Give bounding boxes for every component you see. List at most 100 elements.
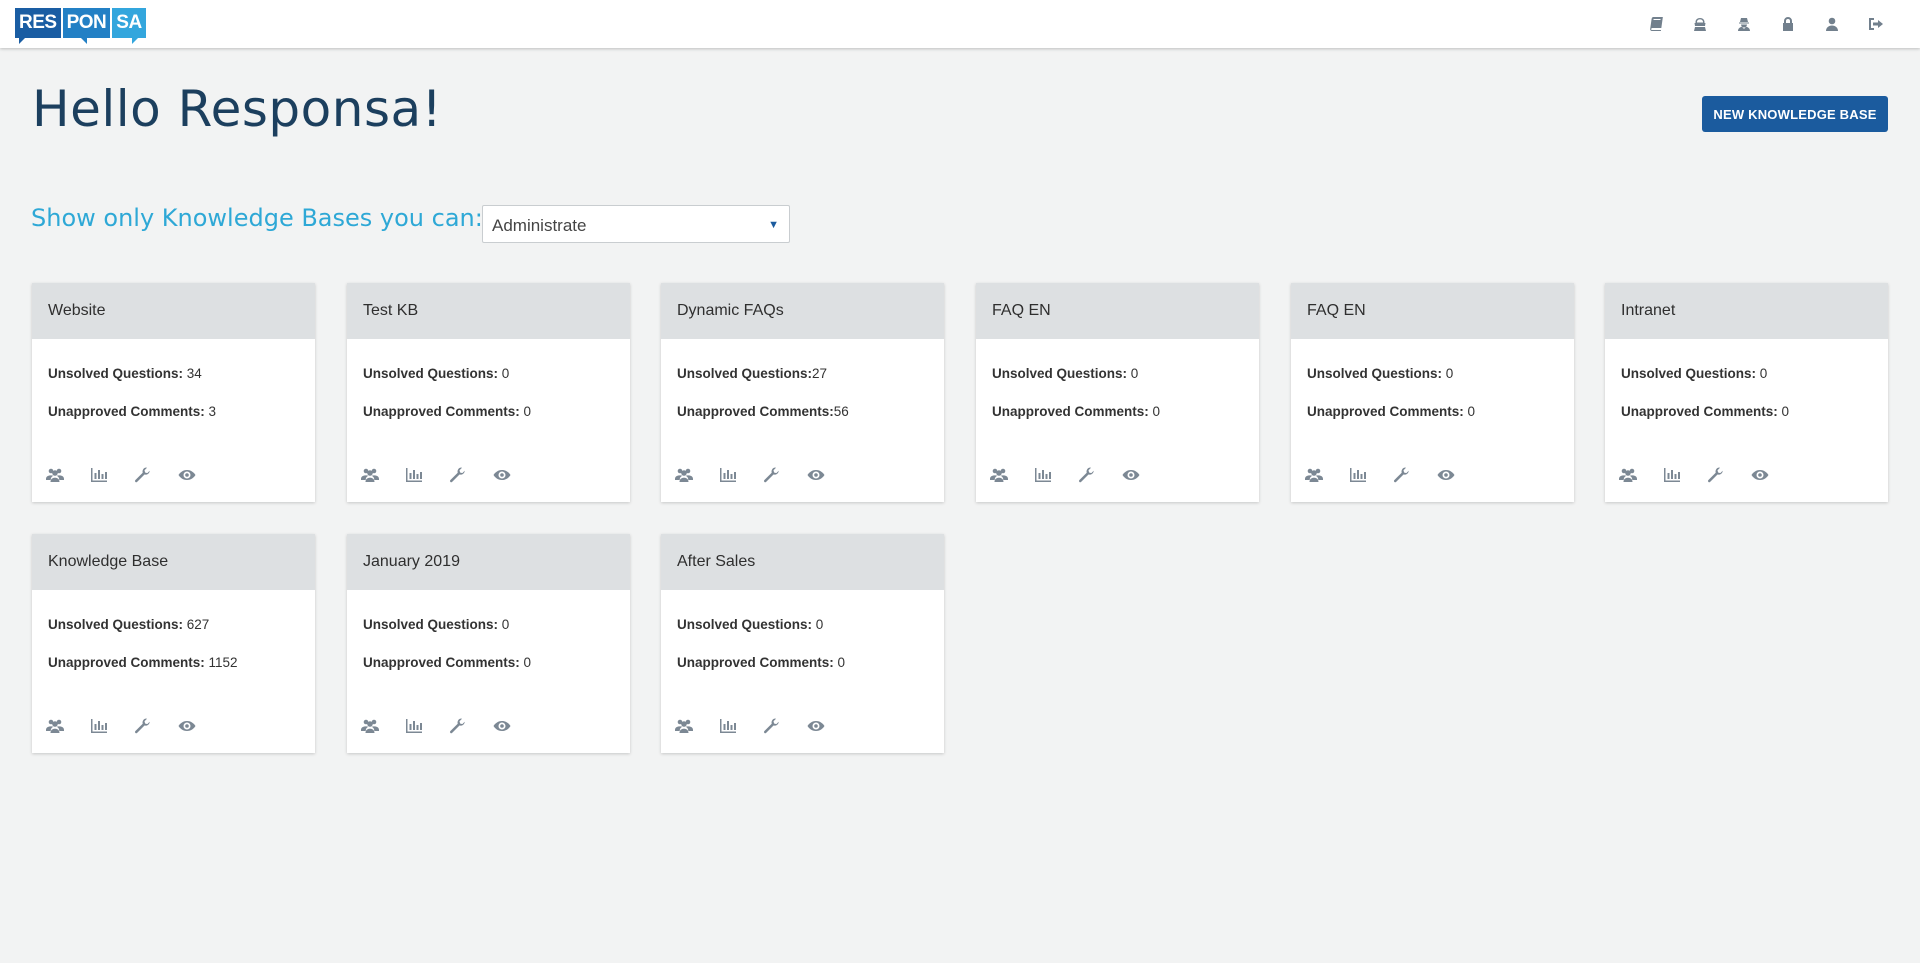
unapproved-comments-label: Unapproved Comments: (363, 404, 520, 419)
unsolved-questions-value: 0 (1127, 366, 1139, 381)
lock-icon[interactable] (1766, 13, 1810, 35)
unsolved-questions-value: 34 (183, 366, 202, 381)
card-title[interactable]: Dynamic FAQs (661, 283, 944, 339)
unsolved-questions-stat: Unsolved Questions: 0 (677, 617, 823, 632)
wrench-icon[interactable] (763, 717, 807, 735)
chart-icon[interactable] (90, 717, 134, 735)
unsolved-questions-label: Unsolved Questions: (1621, 366, 1757, 381)
chart-icon[interactable] (719, 717, 763, 735)
logo-part-sa: SA (112, 8, 146, 44)
wrench-icon[interactable] (449, 717, 493, 735)
unsolved-questions-stat: Unsolved Questions: 627 (48, 617, 209, 632)
unsolved-questions-stat: Unsolved Questions: 0 (992, 366, 1138, 381)
users-icon[interactable] (675, 466, 719, 484)
filter-label: Show only Knowledge Bases you can: (31, 204, 483, 232)
users-icon[interactable] (1619, 466, 1663, 484)
card-title[interactable]: Website (32, 283, 315, 339)
eye-icon[interactable] (178, 717, 222, 735)
unsolved-questions-label: Unsolved Questions: (48, 366, 184, 381)
card-actions (361, 717, 537, 735)
wrench-icon[interactable] (1707, 466, 1751, 484)
unapproved-comments-stat: Unapproved Comments: 0 (1307, 404, 1475, 419)
wrench-icon[interactable] (134, 717, 178, 735)
users-icon[interactable] (46, 466, 90, 484)
users-icon[interactable] (675, 717, 719, 735)
unsolved-questions-label: Unsolved Questions: (363, 366, 499, 381)
wrench-icon[interactable] (1393, 466, 1437, 484)
knowledge-base-card: Intranet Unsolved Questions: 0 Unapproved … (1605, 283, 1888, 502)
card-title[interactable]: FAQ EN (976, 283, 1259, 339)
eye-icon[interactable] (1437, 466, 1481, 484)
eye-icon[interactable] (1751, 466, 1795, 484)
unapproved-comments-label: Unapproved Comments: (363, 655, 520, 670)
user-secret-icon[interactable] (1722, 13, 1766, 35)
eye-icon[interactable] (1122, 466, 1166, 484)
unapproved-comments-label: Unapproved Comments: (48, 404, 205, 419)
top-navbar: RES PON SA (0, 0, 1920, 48)
unsolved-questions-value: 0 (812, 617, 824, 632)
card-title[interactable]: FAQ EN (1291, 283, 1574, 339)
wrench-icon[interactable] (134, 466, 178, 484)
eye-icon[interactable] (807, 466, 851, 484)
unapproved-comments-value: 3 (204, 404, 217, 419)
card-actions (1305, 466, 1481, 484)
card-title[interactable]: Knowledge Base (32, 534, 315, 590)
unapproved-comments-stat: Unapproved Comments: 0 (677, 655, 845, 670)
chart-icon[interactable] (90, 466, 134, 484)
users-icon[interactable] (990, 466, 1034, 484)
unapproved-comments-stat: Unapproved Comments:56 (677, 404, 849, 419)
wrench-icon[interactable] (449, 466, 493, 484)
chart-icon[interactable] (719, 466, 763, 484)
chevron-down-icon: ▼ (768, 219, 779, 231)
unapproved-comments-stat: Unapproved Comments: 0 (992, 404, 1160, 419)
permission-filter-select[interactable]: Administrate ▼ (482, 205, 790, 243)
card-title[interactable]: January 2019 (347, 534, 630, 590)
unapproved-comments-value: 56 (833, 404, 849, 419)
card-actions (46, 717, 222, 735)
knowledge-base-card: Test KB Unsolved Questions: 0 Unapproved C… (347, 283, 630, 502)
eye-icon[interactable] (493, 717, 537, 735)
unsolved-questions-stat: Unsolved Questions:27 (677, 366, 827, 381)
unsolved-questions-label: Unsolved Questions: (1307, 366, 1443, 381)
unsolved-questions-value: 0 (498, 366, 510, 381)
unapproved-comments-stat: Unapproved Comments: 0 (363, 655, 531, 670)
unsolved-questions-value: 627 (183, 617, 210, 632)
chart-icon[interactable] (1349, 466, 1393, 484)
book-icon[interactable] (1634, 13, 1678, 35)
unsolved-questions-label: Unsolved Questions: (677, 617, 813, 632)
permission-filter-value: Administrate (492, 216, 587, 235)
unsolved-questions-value: 0 (498, 617, 510, 632)
wrench-icon[interactable] (763, 466, 807, 484)
chart-icon[interactable] (1034, 466, 1078, 484)
chart-icon[interactable] (405, 717, 449, 735)
users-icon[interactable] (1678, 13, 1722, 35)
unapproved-comments-stat: Unapproved Comments: 0 (363, 404, 531, 419)
users-icon[interactable] (361, 717, 405, 735)
chart-icon[interactable] (1663, 466, 1707, 484)
new-knowledge-base-button[interactable]: NEW KNOWLEDGE BASE (1702, 96, 1888, 132)
knowledge-base-card: Dynamic FAQs Unsolved Questions:27 Unappro… (661, 283, 944, 502)
users-icon[interactable] (361, 466, 405, 484)
sign-out-icon[interactable] (1854, 13, 1898, 35)
wrench-icon[interactable] (1078, 466, 1122, 484)
users-icon[interactable] (46, 717, 90, 735)
unapproved-comments-value: 0 (519, 655, 532, 670)
eye-icon[interactable] (807, 717, 851, 735)
eye-icon[interactable] (493, 466, 537, 484)
knowledge-base-card: January 2019 Unsolved Questions: 0 Unappro… (347, 534, 630, 753)
unapproved-comments-value: 0 (1463, 404, 1476, 419)
chart-icon[interactable] (405, 466, 449, 484)
card-title[interactable]: Intranet (1605, 283, 1888, 339)
card-title[interactable]: After Sales (661, 534, 944, 590)
user-icon[interactable] (1810, 13, 1854, 35)
eye-icon[interactable] (178, 466, 222, 484)
knowledge-base-card: Knowledge Base Unsolved Questions: 627 Una… (32, 534, 315, 753)
responsa-logo[interactable]: RES PON SA (15, 8, 146, 44)
unsolved-questions-stat: Unsolved Questions: 0 (1621, 366, 1767, 381)
unapproved-comments-label: Unapproved Comments: (48, 655, 205, 670)
users-icon[interactable] (1305, 466, 1349, 484)
card-title[interactable]: Test KB (347, 283, 630, 339)
unapproved-comments-value: 0 (1777, 404, 1790, 419)
unapproved-comments-value: 1152 (204, 655, 238, 670)
unsolved-questions-label: Unsolved Questions: (677, 366, 813, 381)
